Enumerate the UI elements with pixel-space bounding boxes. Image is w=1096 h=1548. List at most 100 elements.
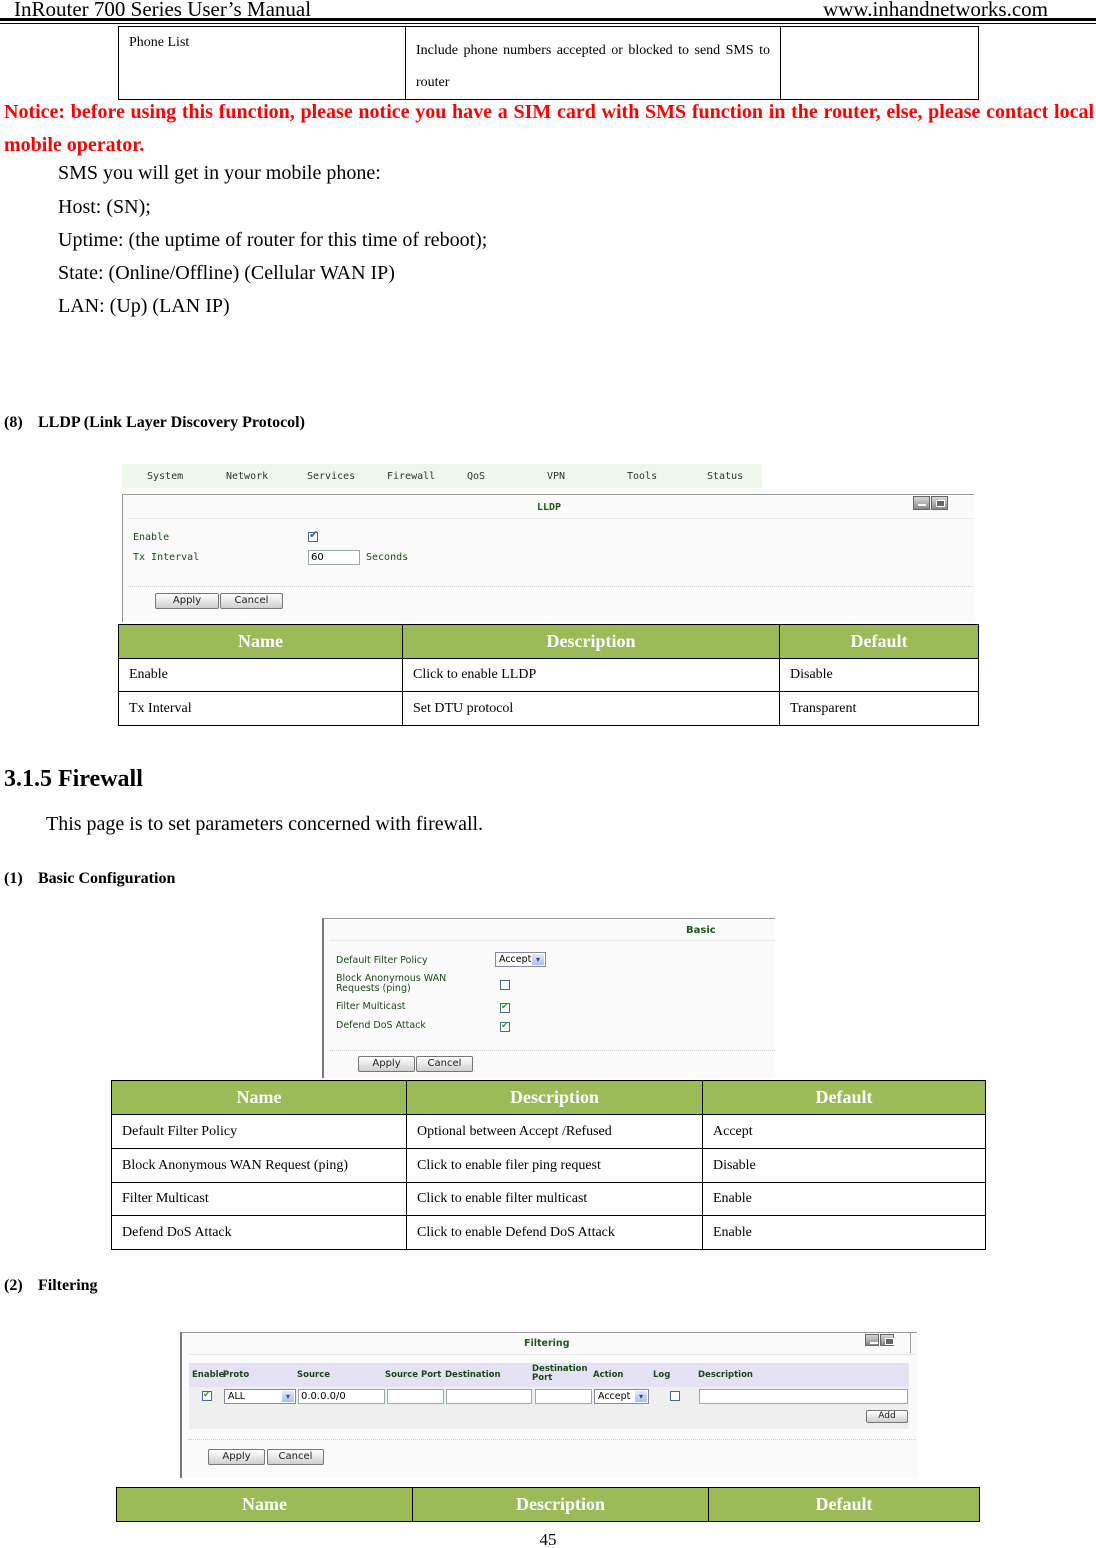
minimize-icon[interactable] <box>865 1334 879 1346</box>
cancel-button[interactable]: Cancel <box>416 1056 473 1072</box>
column-header: Default <box>702 1080 986 1115</box>
panel-edge <box>910 1333 911 1353</box>
table-cell: Transparent <box>779 691 979 726</box>
basic-panel: Basic Default Filter Policy Accept ▾ Blo… <box>322 918 775 1078</box>
nav-item-firewall[interactable]: Firewall <box>387 471 435 482</box>
column-header: Name <box>118 624 403 659</box>
divider <box>128 586 973 587</box>
table-cell: Click to enable filter multicast <box>406 1182 703 1216</box>
tx-interval-input[interactable]: 60 <box>308 550 360 565</box>
divider <box>330 940 775 941</box>
multicast-checkbox[interactable] <box>500 1001 510 1013</box>
top-nav: System Network Services Firewall QoS VPN… <box>122 464 762 488</box>
proto-select[interactable]: ALL ▾ <box>224 1389 296 1404</box>
window-controls <box>865 1334 895 1348</box>
apply-button[interactable]: Apply <box>208 1449 265 1465</box>
divider <box>188 1354 916 1355</box>
column-header: Enable <box>192 1370 225 1380</box>
heading-text: Filtering <box>38 1277 98 1294</box>
table-cell: Set DTU protocol <box>402 691 780 726</box>
add-button[interactable]: Add <box>866 1410 908 1423</box>
tx-unit-label: Seconds <box>366 552 409 563</box>
column-header: Name <box>116 1487 413 1522</box>
basic-heading: (1) Basic Configuration <box>4 870 175 888</box>
divider <box>330 1050 775 1051</box>
table-row: Enable Click to enable LLDP Disable <box>118 658 979 692</box>
cancel-button[interactable]: Cancel <box>267 1449 324 1465</box>
policy-value: Accept <box>499 954 532 965</box>
table-cell: Filter Multicast <box>111 1182 407 1216</box>
table-cell: Phone List <box>118 26 406 100</box>
enable-label: Enable <box>133 532 170 543</box>
nav-item-network[interactable]: Network <box>226 471 268 482</box>
nav-item-qos[interactable]: QoS <box>467 471 485 482</box>
lldp-panel: LLDP Enable Tx Interval 60 Seconds Apply… <box>122 494 974 622</box>
table-cell: Disable <box>779 658 979 692</box>
nav-item-tools[interactable]: Tools <box>627 471 657 482</box>
sms-line: State: (Online/Offline) (Cellular WAN IP… <box>58 262 395 284</box>
nav-item-status[interactable]: Status <box>707 471 743 482</box>
nav-item-system[interactable]: System <box>147 471 183 482</box>
filter-row: ALL ▾ 0.0.0.0/0 Accept ▾ Add <box>189 1387 909 1429</box>
destination-port-input[interactable] <box>535 1389 592 1404</box>
column-header: Description <box>698 1370 753 1380</box>
nav-item-vpn[interactable]: VPN <box>547 471 565 482</box>
lldp-heading: (8) LLDP (Link Layer Discovery Protocol) <box>4 414 305 432</box>
table-row: Phone List Include phone numbers accepte… <box>118 26 979 100</box>
destination-input[interactable] <box>446 1389 532 1404</box>
window-controls <box>913 496 949 510</box>
table-cell: Defend DoS Attack <box>111 1215 407 1250</box>
notice-text: Notice: before using this function, plea… <box>4 101 1094 156</box>
table-cell: Click to enable LLDP <box>402 658 780 692</box>
dos-checkbox[interactable] <box>500 1020 510 1032</box>
source-port-input[interactable] <box>387 1389 444 1404</box>
filter-table-header: Enable Proto Source Source Port Destinat… <box>189 1363 909 1387</box>
basic-table: Name Description Default Default Filter … <box>111 1080 986 1250</box>
column-header: Description <box>412 1487 709 1522</box>
panel-title: Filtering <box>524 1338 570 1349</box>
cancel-button[interactable]: Cancel <box>220 593 283 609</box>
table-cell: Disable <box>702 1148 986 1183</box>
table-cell: Optional between Accept /Refused <box>406 1114 703 1149</box>
tx-interval-label: Tx Interval <box>133 552 200 563</box>
heading-number: (1) <box>4 870 23 887</box>
page-number: 45 <box>539 1530 557 1548</box>
sms-line: LAN: (Up) (LAN IP) <box>58 295 230 317</box>
column-header: Destination <box>445 1370 501 1380</box>
enable-checkbox[interactable] <box>308 528 318 542</box>
table-cell: Tx Interval <box>118 691 403 726</box>
header-rule-thin <box>0 23 1096 24</box>
lldp-table: Name Description Default Enable Click to… <box>118 624 979 726</box>
table-cell: Include phone numbers accepted or blocke… <box>405 26 781 100</box>
panel-title: LLDP <box>537 502 562 513</box>
column-header: Source <box>297 1370 331 1380</box>
source-input[interactable]: 0.0.0.0/0 <box>298 1389 385 1404</box>
chevron-down-icon: ▾ <box>282 1391 294 1402</box>
table-row: Default Filter Policy Optional between A… <box>111 1114 986 1149</box>
divider <box>128 518 973 519</box>
apply-button[interactable]: Apply <box>358 1056 415 1072</box>
rule-enable-checkbox[interactable] <box>202 1389 212 1401</box>
maximize-icon[interactable] <box>880 1334 894 1346</box>
log-checkbox[interactable] <box>670 1391 680 1401</box>
column-header: Action <box>593 1370 624 1380</box>
maximize-icon[interactable] <box>931 496 948 510</box>
description-input[interactable] <box>699 1389 908 1404</box>
table-row: Defend DoS Attack Click to enable Defend… <box>111 1215 986 1250</box>
filtering-table: Name Description Default <box>116 1487 980 1522</box>
policy-label: Default Filter Policy <box>336 955 428 966</box>
panel-title: Basic <box>686 925 716 936</box>
block-ping-checkbox[interactable] <box>500 980 510 990</box>
intro-text: This page is to set parameters concerned… <box>46 813 484 835</box>
column-header: Source Port <box>385 1370 442 1380</box>
phone-list-table: Phone List Include phone numbers accepte… <box>118 26 979 100</box>
table-row: Tx Interval Set DTU protocol Transparent <box>118 691 979 726</box>
action-select[interactable]: Accept ▾ <box>594 1389 649 1404</box>
policy-select[interactable]: Accept ▾ <box>495 952 546 967</box>
table-cell: Enable <box>118 658 403 692</box>
minimize-icon[interactable] <box>913 496 930 510</box>
section-title: 3.1.5 Firewall <box>4 766 143 792</box>
apply-button[interactable]: Apply <box>155 593 219 609</box>
table-cell: Accept <box>702 1114 986 1149</box>
nav-item-services[interactable]: Services <box>307 471 355 482</box>
